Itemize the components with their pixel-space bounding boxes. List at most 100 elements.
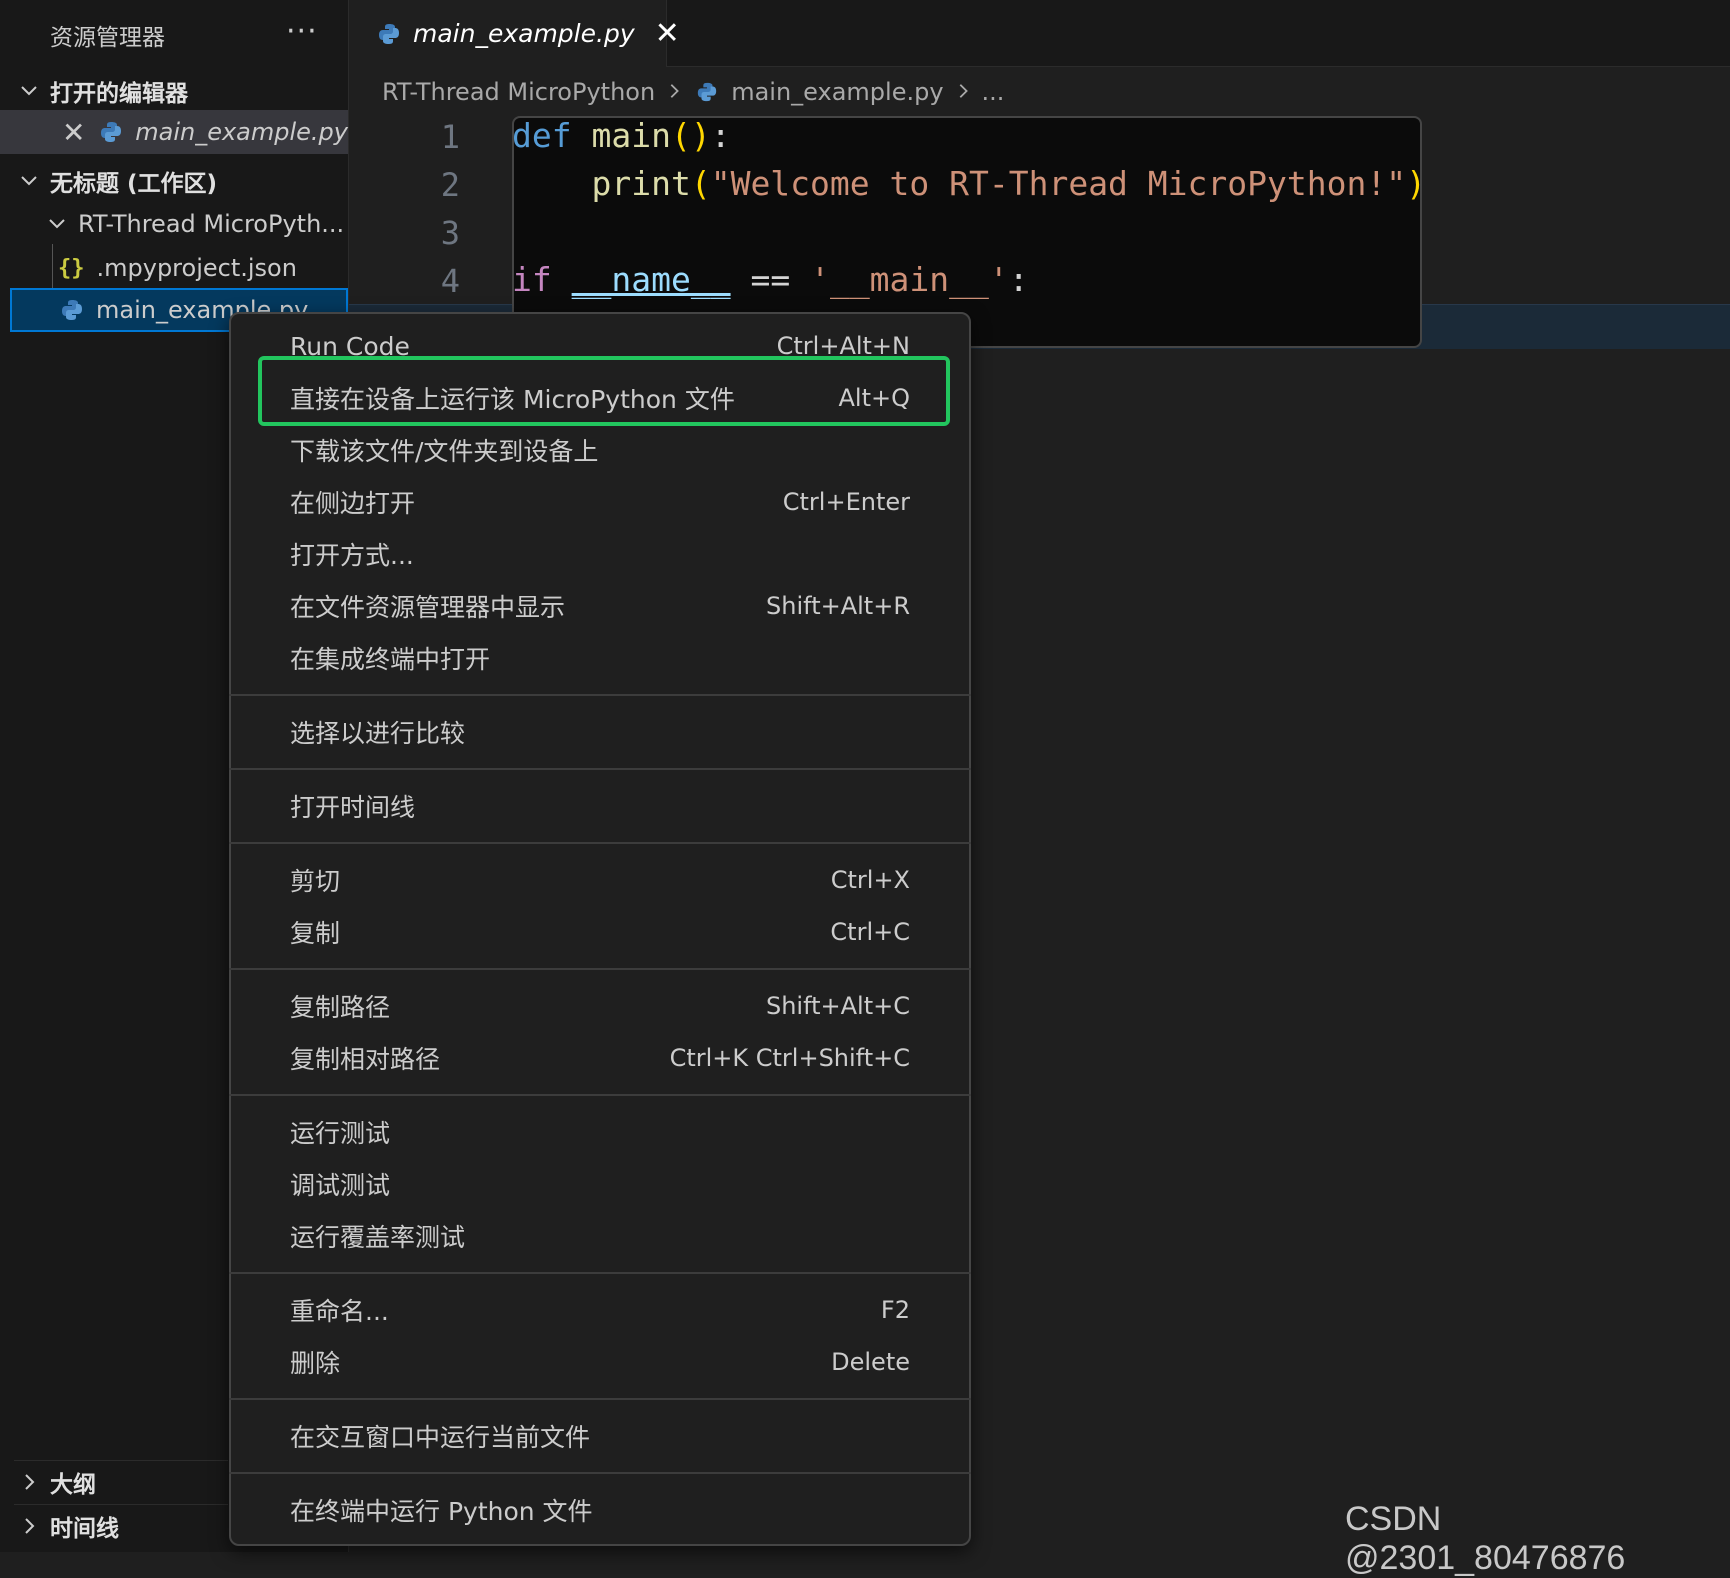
- open-editor-item[interactable]: ✕ main_example.py: [0, 110, 348, 154]
- breadcrumb-file[interactable]: main_example.py: [731, 78, 943, 106]
- chevron-right-icon: [14, 1516, 44, 1536]
- explorer-title: 资源管理器: [50, 25, 165, 51]
- timeline-label: 时间线: [50, 1516, 119, 1542]
- breadcrumb-folder[interactable]: RT-Thread MicroPython: [382, 78, 655, 106]
- more-actions-icon[interactable]: ···: [286, 14, 318, 49]
- code-line-1[interactable]: def main():: [512, 116, 731, 155]
- chevron-right-icon: [954, 78, 972, 106]
- menu-separator: [229, 1272, 971, 1274]
- menu-shortcut: Delete: [831, 1348, 910, 1376]
- menu-separator: [229, 768, 971, 770]
- menu-item-run-tests[interactable]: 运行测试: [290, 1108, 910, 1156]
- chevron-down-icon: [14, 171, 44, 191]
- keyword-def: def: [512, 116, 572, 155]
- menu-shortcut: Ctrl+K Ctrl+Shift+C: [669, 1044, 910, 1072]
- string-main: '__main__': [810, 260, 1009, 299]
- chevron-down-icon: [42, 214, 72, 234]
- folder-rt-thread[interactable]: RT-Thread MicroPyth...: [0, 202, 348, 246]
- menu-item-download-to-device[interactable]: 下载该文件/文件夹到设备上: [290, 426, 910, 474]
- menu-item-open-with[interactable]: 打开方式...: [290, 530, 910, 578]
- code-line-4[interactable]: if __name__ == '__main__':: [512, 260, 1029, 299]
- function-print: print: [591, 164, 691, 203]
- menu-shortcut: Ctrl+X: [830, 866, 910, 894]
- timeline-section[interactable]: 时间线: [14, 1504, 228, 1547]
- menu-label: 复制路径: [290, 993, 391, 1022]
- chevron-down-icon: [14, 81, 44, 101]
- chevron-right-icon: [665, 78, 683, 106]
- menu-item-run-in-interactive[interactable]: 在交互窗口中运行当前文件: [290, 1412, 910, 1460]
- menu-label: 运行测试: [290, 1119, 391, 1148]
- highlight-box: [258, 356, 950, 426]
- menu-item-open-to-side[interactable]: 在侧边打开 Ctrl+Enter: [290, 478, 910, 526]
- operator-eq: ==: [750, 260, 791, 299]
- close-icon[interactable]: ✕: [62, 116, 85, 149]
- menu-label: 打开时间线: [290, 793, 416, 822]
- breadcrumb-more[interactable]: ...: [982, 78, 1005, 106]
- close-icon[interactable]: ✕: [655, 16, 680, 51]
- menu-label: 重命名...: [290, 1297, 389, 1326]
- open-editor-filename: main_example.py: [135, 118, 348, 146]
- file-item-json[interactable]: {} .mpyproject.json: [0, 246, 348, 290]
- line-number: 4: [440, 262, 460, 300]
- outline-section[interactable]: 大纲: [14, 1460, 228, 1503]
- tab-label: main_example.py: [413, 19, 635, 48]
- keyword-if: if: [512, 260, 552, 299]
- dunder-name: __name__: [571, 260, 731, 299]
- menu-item-select-for-compare[interactable]: 选择以进行比较: [290, 708, 910, 756]
- menu-item-open-timeline[interactable]: 打开时间线: [290, 782, 910, 830]
- menu-item-run-python-in-terminal[interactable]: 在终端中运行 Python 文件: [290, 1486, 910, 1534]
- menu-label: 在交互窗口中运行当前文件: [290, 1423, 591, 1452]
- menu-item-debug-tests[interactable]: 调试测试: [290, 1160, 910, 1208]
- menu-item-copy-relative-path[interactable]: 复制相对路径 Ctrl+K Ctrl+Shift+C: [290, 1034, 910, 1082]
- menu-label: 删除: [290, 1349, 341, 1378]
- menu-shortcut: Ctrl+Enter: [782, 488, 910, 516]
- workspace-label: 无标题 (工作区): [50, 171, 218, 197]
- paren-close: ): [690, 116, 711, 155]
- python-file-icon: [693, 78, 721, 106]
- menu-item-reveal-in-explorer[interactable]: 在文件资源管理器中显示 Shift+Alt+R: [290, 582, 910, 630]
- menu-item-copy[interactable]: 复制 Ctrl+C: [290, 908, 910, 956]
- tab-main-example[interactable]: main_example.py ✕: [349, 0, 680, 67]
- menu-item-copy-path[interactable]: 复制路径 Shift+Alt+C: [290, 982, 910, 1030]
- file-label-json: .mpyproject.json: [96, 254, 297, 282]
- python-file-icon: [377, 20, 401, 48]
- json-file-icon: {}: [58, 255, 85, 281]
- folder-label: RT-Thread MicroPyth...: [78, 210, 345, 238]
- menu-separator: [229, 842, 971, 844]
- paren-close: ): [1406, 164, 1426, 203]
- menu-separator: [229, 1398, 971, 1400]
- menu-shortcut: F2: [880, 1296, 910, 1324]
- menu-label: 在侧边打开: [290, 489, 416, 518]
- colon: :: [710, 116, 731, 155]
- menu-separator: [229, 1472, 971, 1474]
- menu-label: 在集成终端中打开: [290, 645, 491, 674]
- menu-item-rename[interactable]: 重命名... F2: [290, 1286, 910, 1334]
- menu-label: 在终端中运行 Python 文件: [290, 1497, 593, 1526]
- line-number: 1: [440, 118, 460, 156]
- menu-separator: [229, 1094, 971, 1096]
- menu-label: 剪切: [290, 867, 341, 896]
- paren-open: (: [690, 164, 711, 203]
- menu-shortcut: Shift+Alt+C: [765, 992, 910, 1020]
- menu-label: 复制: [290, 919, 341, 948]
- open-editors-label: 打开的编辑器: [50, 81, 188, 107]
- menu-label: 在文件资源管理器中显示: [290, 593, 566, 622]
- chevron-right-icon: [14, 1472, 44, 1492]
- line-number: 3: [440, 214, 460, 252]
- menu-label: 下载该文件/文件夹到设备上: [290, 437, 599, 466]
- menu-label: 运行覆盖率测试: [290, 1223, 466, 1252]
- colon: :: [1008, 260, 1029, 299]
- menu-label: 调试测试: [290, 1171, 391, 1200]
- menu-item-delete[interactable]: 删除 Delete: [290, 1338, 910, 1386]
- menu-item-cut[interactable]: 剪切 Ctrl+X: [290, 856, 910, 904]
- code-line-2[interactable]: print("Welcome to RT-Thread MicroPython!…: [512, 164, 1426, 203]
- string-literal: "Welcome to RT-Thread MicroPython!": [710, 164, 1407, 203]
- menu-item-run-coverage[interactable]: 运行覆盖率测试: [290, 1212, 910, 1260]
- line-number: 2: [440, 166, 460, 204]
- python-file-icon: [97, 118, 125, 146]
- paren-open: (: [670, 116, 691, 155]
- workspace-section[interactable]: 无标题 (工作区): [14, 160, 217, 202]
- function-name: main: [591, 116, 671, 155]
- open-editors-section[interactable]: 打开的编辑器: [14, 70, 188, 112]
- menu-item-open-in-terminal[interactable]: 在集成终端中打开: [290, 634, 910, 682]
